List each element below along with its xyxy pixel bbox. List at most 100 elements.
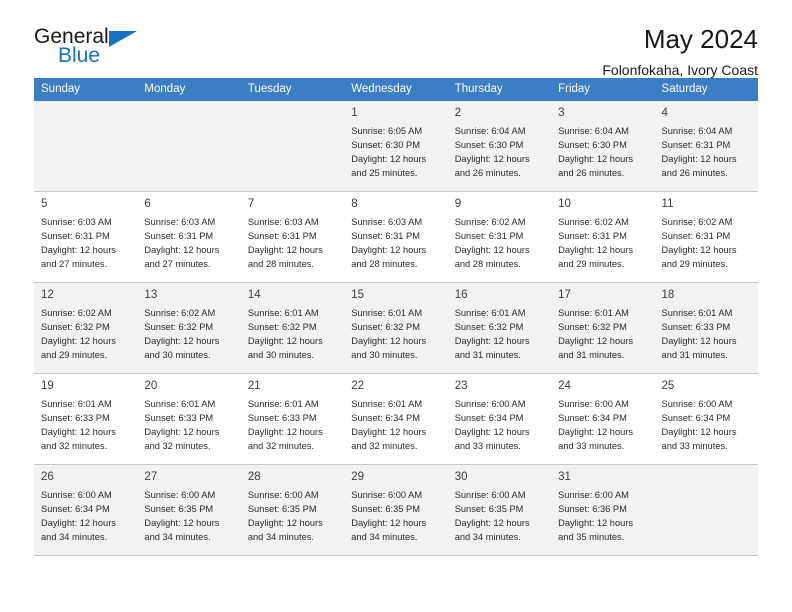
day-cell[interactable]: 31 Sunrise: 6:00 AM Sunset: 6:36 PM Dayligh…	[551, 465, 655, 555]
day-cell[interactable]: 13 Sunrise: 6:02 AM Sunset: 6:32 PM Dayligh…	[137, 283, 241, 373]
calendar-cell: 1 Sunrise: 6:05 AM Sunset: 6:30 PM Daylight…	[344, 101, 448, 192]
triangle-icon	[109, 31, 137, 47]
sunset-text: Sunset: 6:33 PM	[144, 413, 214, 424]
calendar-cell: 29 Sunrise: 6:00 AM Sunset: 6:35 PM Dayligh…	[344, 464, 448, 556]
day-cell[interactable]: 11 Sunrise: 6:02 AM Sunset: 6:31 PM Dayligh…	[655, 192, 758, 282]
sunrise-text: Sunrise: 6:02 AM	[41, 308, 112, 319]
day-cell[interactable]: 28 Sunrise: 6:00 AM Sunset: 6:35 PM Dayligh…	[240, 465, 345, 555]
sunrise-text: Sunrise: 6:00 AM	[558, 490, 629, 501]
daylight-text-line1: Daylight: 12 hours	[454, 336, 530, 347]
day-number: 16	[454, 289, 468, 301]
logo-text-blue: Blue	[58, 44, 101, 67]
day-cell[interactable]: 3 Sunrise: 6:04 AM Sunset: 6:30 PM Daylight…	[551, 101, 655, 191]
day-cell[interactable]: 26 Sunrise: 6:00 AM Sunset: 6:34 PM Dayligh…	[34, 465, 138, 555]
day-cell[interactable]: 19 Sunrise: 6:01 AM Sunset: 6:33 PM Dayligh…	[34, 374, 137, 464]
day-cell[interactable]: 24 Sunrise: 6:00 AM Sunset: 6:34 PM Dayligh…	[551, 374, 654, 464]
title-block: May 2024 Folonfokaha, Ivory Coast	[602, 25, 758, 78]
daylight-text-line2: and 28 minutes.	[454, 259, 521, 270]
daylight-text-line2: and 26 minutes.	[558, 168, 625, 179]
calendar-cell: 9 Sunrise: 6:02 AM Sunset: 6:31 PM Daylight…	[447, 191, 552, 283]
daylight-text-line1: Daylight: 12 hours	[661, 336, 737, 347]
sunrise-text: Sunrise: 6:00 AM	[247, 490, 319, 501]
day-cell[interactable]: 18 Sunrise: 6:01 AM Sunset: 6:33 PM Dayligh…	[654, 283, 758, 373]
sunset-text: Sunset: 6:32 PM	[454, 322, 524, 333]
day-cell[interactable]: 4 Sunrise: 6:04 AM Sunset: 6:31 PM Daylight…	[654, 101, 758, 191]
day-details: Sunrise: 6:01 AM Sunset: 6:32 PM Daylight:…	[351, 306, 440, 363]
day-details: Sunrise: 6:01 AM Sunset: 6:32 PM Daylight:…	[455, 306, 544, 363]
day-cell[interactable]: 17 Sunrise: 6:01 AM Sunset: 6:32 PM Dayligh…	[551, 283, 655, 373]
day-cell[interactable]: 8 Sunrise: 6:03 AM Sunset: 6:31 PM Daylight…	[344, 192, 447, 282]
day-number: 22	[351, 380, 365, 392]
day-cell[interactable]: 15 Sunrise: 6:01 AM Sunset: 6:32 PM Dayligh…	[344, 283, 448, 373]
sunrise-text: Sunrise: 6:03 AM	[351, 217, 423, 228]
day-cell[interactable]: 30 Sunrise: 6:00 AM Sunset: 6:35 PM Dayligh…	[447, 465, 552, 555]
daylight-text-line1: Daylight: 12 hours	[41, 336, 116, 347]
calendar-cell	[137, 101, 241, 192]
calendar-cell: 7 Sunrise: 6:03 AM Sunset: 6:31 PM Daylight…	[240, 191, 345, 283]
day-details: Sunrise: 6:00 AM Sunset: 6:35 PM Daylight:…	[248, 488, 337, 545]
calendar-week-row: 1 Sunrise: 6:05 AM Sunset: 6:30 PM Daylight…	[34, 101, 758, 192]
day-number: 30	[454, 471, 468, 483]
day-cell[interactable]: 22 Sunrise: 6:01 AM Sunset: 6:34 PM Dayligh…	[344, 374, 447, 464]
calendar-cell	[240, 101, 345, 192]
day-cell[interactable]: 21 Sunrise: 6:01 AM Sunset: 6:33 PM Dayligh…	[241, 374, 344, 464]
calendar-cell	[34, 101, 138, 192]
calendar-cell: 31 Sunrise: 6:00 AM Sunset: 6:36 PM Dayligh…	[551, 464, 655, 556]
calendar-cell: 28 Sunrise: 6:00 AM Sunset: 6:35 PM Dayligh…	[240, 464, 345, 556]
sunset-text: Sunset: 6:31 PM	[41, 231, 110, 242]
daylight-text-line2: and 31 minutes.	[558, 350, 625, 361]
day-details: Sunrise: 6:04 AM Sunset: 6:30 PM Daylight:…	[558, 124, 647, 181]
daylight-text-line2: and 33 minutes.	[454, 441, 521, 452]
day-cell[interactable]: 25 Sunrise: 6:00 AM Sunset: 6:34 PM Dayligh…	[655, 374, 758, 464]
calendar-cell: 26 Sunrise: 6:00 AM Sunset: 6:34 PM Dayligh…	[34, 464, 138, 556]
sunrise-text: Sunrise: 6:00 AM	[41, 490, 112, 501]
day-number: 31	[558, 471, 571, 483]
sunset-text: Sunset: 6:31 PM	[454, 231, 524, 242]
calendar-cell: 30 Sunrise: 6:00 AM Sunset: 6:35 PM Dayligh…	[447, 464, 552, 556]
daylight-text-line1: Daylight: 12 hours	[247, 518, 323, 529]
calendar-week-row: 12 Sunrise: 6:02 AM Sunset: 6:32 PM Dayligh…	[34, 282, 758, 374]
sunrise-text: Sunrise: 6:01 AM	[661, 308, 733, 319]
sunrise-text: Sunrise: 6:01 AM	[247, 308, 319, 319]
day-cell[interactable]: 12 Sunrise: 6:02 AM Sunset: 6:32 PM Dayligh…	[34, 283, 138, 373]
sunrise-text: Sunrise: 6:01 AM	[558, 308, 629, 319]
day-cell[interactable]: 29 Sunrise: 6:00 AM Sunset: 6:35 PM Dayligh…	[344, 465, 448, 555]
daylight-text-line1: Daylight: 12 hours	[558, 245, 634, 256]
sunrise-text: Sunrise: 6:02 AM	[454, 217, 526, 228]
day-cell[interactable]: 10 Sunrise: 6:02 AM Sunset: 6:31 PM Dayligh…	[551, 192, 654, 282]
day-cell[interactable]: 27 Sunrise: 6:00 AM Sunset: 6:35 PM Dayligh…	[137, 465, 241, 555]
day-cell-empty	[137, 101, 241, 191]
day-cell[interactable]: 2 Sunrise: 6:04 AM Sunset: 6:30 PM Daylight…	[447, 101, 552, 191]
sunrise-text: Sunrise: 6:01 AM	[351, 308, 423, 319]
day-cell[interactable]: 23 Sunrise: 6:00 AM Sunset: 6:34 PM Dayligh…	[448, 374, 551, 464]
calendar-cell: 4 Sunrise: 6:04 AM Sunset: 6:31 PM Daylight…	[654, 101, 758, 192]
calendar-cell: 14 Sunrise: 6:01 AM Sunset: 6:32 PM Dayligh…	[240, 282, 345, 374]
day-details: Sunrise: 6:01 AM Sunset: 6:34 PM Daylight:…	[351, 397, 440, 454]
sunrise-text: Sunrise: 6:01 AM	[351, 399, 423, 410]
daylight-text-line1: Daylight: 12 hours	[144, 427, 220, 438]
day-cell[interactable]: 9 Sunrise: 6:02 AM Sunset: 6:31 PM Daylight…	[448, 192, 551, 282]
day-cell[interactable]: 7 Sunrise: 6:03 AM Sunset: 6:31 PM Daylight…	[241, 192, 344, 282]
day-cell[interactable]: 6 Sunrise: 6:03 AM Sunset: 6:31 PM Daylight…	[137, 192, 240, 282]
day-cell[interactable]: 14 Sunrise: 6:01 AM Sunset: 6:32 PM Dayligh…	[240, 283, 345, 373]
daylight-text-line2: and 25 minutes.	[351, 168, 418, 179]
day-cell[interactable]: 5 Sunrise: 6:03 AM Sunset: 6:31 PM Daylight…	[34, 192, 137, 282]
daylight-text-line2: and 34 minutes.	[41, 532, 108, 543]
day-cell[interactable]: 20 Sunrise: 6:01 AM Sunset: 6:33 PM Dayligh…	[137, 374, 240, 464]
sunrise-text: Sunrise: 6:03 AM	[41, 217, 112, 228]
day-number: 10	[558, 198, 571, 210]
day-number: 21	[247, 380, 261, 392]
general-blue-logo[interactable]: General Blue	[34, 26, 144, 72]
sunset-text: Sunset: 6:34 PM	[351, 413, 420, 424]
day-number: 15	[351, 289, 365, 301]
page-header: General Blue May 2024 Folonfokaha, Ivory…	[34, 0, 758, 78]
day-number: 7	[247, 198, 255, 210]
sunset-text: Sunset: 6:30 PM	[351, 140, 420, 151]
calendar-cell: 8 Sunrise: 6:03 AM Sunset: 6:31 PM Daylight…	[344, 191, 448, 283]
day-cell[interactable]: 16 Sunrise: 6:01 AM Sunset: 6:32 PM Dayligh…	[447, 283, 552, 373]
sunrise-text: Sunrise: 6:04 AM	[558, 126, 629, 137]
day-cell[interactable]: 1 Sunrise: 6:05 AM Sunset: 6:30 PM Daylight…	[344, 101, 448, 191]
day-details: Sunrise: 6:01 AM Sunset: 6:32 PM Daylight:…	[248, 306, 337, 363]
sunrise-text: Sunrise: 6:00 AM	[144, 490, 216, 501]
day-number: 4	[661, 107, 668, 119]
